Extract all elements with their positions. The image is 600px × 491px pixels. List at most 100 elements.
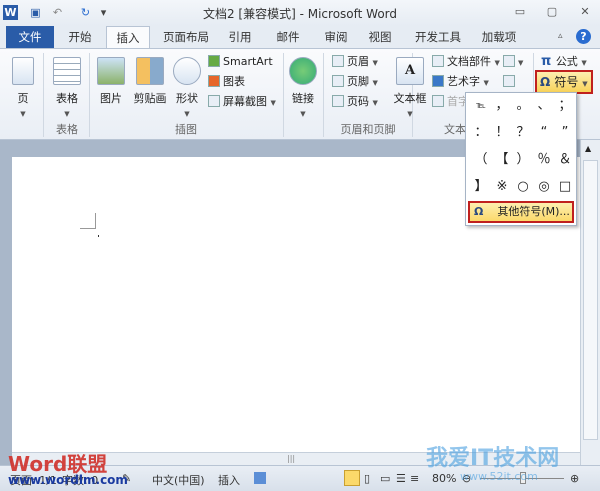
smartart-button[interactable]: SmartArt: [208, 53, 273, 71]
tab-page-layout[interactable]: 页面布局: [156, 26, 216, 48]
scroll-up-icon[interactable]: ▲: [585, 144, 591, 153]
tab-addins[interactable]: 加载项: [474, 26, 524, 48]
footer-label: 页脚: [347, 75, 369, 88]
outline-icon[interactable]: ☰: [396, 472, 406, 485]
link-icon: [289, 57, 317, 85]
full-screen-icon[interactable]: ▯: [364, 472, 370, 485]
symbol-item[interactable]: ＆: [554, 149, 576, 171]
watermark-52it: 我爱IT技术网: [426, 446, 560, 471]
symbol-item[interactable]: ）: [512, 149, 534, 171]
symbol-item[interactable]: ”: [554, 122, 576, 144]
link-label: 链接: [292, 92, 314, 105]
symbol-item[interactable]: ：: [470, 122, 492, 144]
signature-line-button[interactable]: ▼: [503, 53, 523, 71]
page-number-icon: [332, 95, 344, 107]
textbox-label: 文本框: [393, 92, 427, 105]
clipart-label: 剪贴画: [133, 92, 167, 105]
dropcap-icon: [432, 95, 444, 107]
vertical-scrollbar[interactable]: ▲: [580, 140, 600, 465]
scroll-thumb[interactable]: [583, 160, 598, 440]
symbol-item[interactable]: 。: [512, 95, 534, 117]
symbol-item[interactable]: ※: [491, 176, 513, 198]
watermark-52it-url: www.52it.com: [460, 470, 538, 483]
collapse-ribbon-icon[interactable]: ▵: [558, 31, 563, 41]
close-button[interactable]: ✕: [575, 5, 595, 21]
page-button[interactable]: 页 ▼: [10, 57, 36, 119]
tab-mailings[interactable]: 邮件: [268, 26, 308, 48]
wordart-label: 艺术字: [447, 75, 480, 88]
print-layout-icon[interactable]: [344, 470, 360, 486]
shapes-button[interactable]: 形状 ▼: [172, 57, 202, 119]
group-illustrations: 插图: [175, 123, 197, 136]
ribbon-tabs: 文件 开始 插入 页面布局 引用 邮件 审阅 视图 开发工具 加载项 ▵ ?: [0, 26, 600, 48]
textbox-icon: A: [396, 57, 424, 85]
more-symbols-item[interactable]: Ω 其他符号(M)...: [468, 201, 574, 223]
picture-icon: [97, 57, 125, 85]
help-icon[interactable]: ?: [576, 29, 591, 44]
picture-label: 图片: [100, 92, 122, 105]
page-number-label: 页码: [347, 95, 369, 108]
clipart-button[interactable]: 剪贴画: [132, 57, 168, 106]
symbol-item[interactable]: ，: [491, 95, 513, 117]
symbol-item[interactable]: “: [533, 122, 555, 144]
symbol-item[interactable]: （: [470, 149, 492, 171]
header-label: 页眉: [347, 55, 369, 68]
chart-icon: [208, 75, 220, 87]
omega-icon: Ω: [474, 205, 484, 218]
header-button[interactable]: 页眉 ▼: [332, 53, 378, 71]
zoom-in-button[interactable]: ⊕: [570, 472, 579, 485]
link-button[interactable]: 链接 ▼: [288, 57, 318, 119]
tab-review[interactable]: 审阅: [316, 26, 356, 48]
textbox-button[interactable]: A 文本框 ▼: [390, 57, 430, 119]
dropcap-button[interactable]: 首字: [432, 93, 469, 111]
symbol-button[interactable]: Ω 符号 ▼: [535, 70, 593, 94]
tab-file[interactable]: 文件: [6, 26, 54, 48]
maximize-button[interactable]: ▢: [542, 5, 562, 21]
screenshot-icon: [208, 95, 220, 107]
insert-mode[interactable]: 插入: [218, 472, 240, 488]
symbol-item[interactable]: ◎: [533, 176, 555, 198]
symbol-item[interactable]: ？: [512, 122, 534, 144]
quick-parts-label: 文档部件: [447, 55, 491, 68]
symbol-item[interactable]: ；: [554, 95, 576, 117]
tab-home[interactable]: 开始: [56, 26, 104, 48]
tab-insert[interactable]: 插入: [106, 26, 150, 48]
symbol-item[interactable]: ℡: [470, 95, 492, 117]
page-label: 页: [17, 92, 29, 105]
symbol-item[interactable]: ％: [533, 149, 555, 171]
minimize-button[interactable]: ▭: [510, 5, 530, 21]
table-button[interactable]: 表格 ▼: [50, 57, 84, 119]
chart-button[interactable]: 图表: [208, 73, 245, 91]
page-number-button[interactable]: 页码 ▼: [332, 93, 378, 111]
symbol-item[interactable]: 【: [491, 149, 513, 171]
group-table: 表格: [56, 123, 78, 136]
picture-button[interactable]: 图片: [96, 57, 126, 106]
footer-button[interactable]: 页脚 ▼: [332, 73, 378, 91]
screenshot-label: 屏幕截图: [223, 95, 267, 108]
equation-label: 公式: [555, 55, 578, 68]
scroll-grip[interactable]: |||: [287, 454, 295, 463]
symbol-item[interactable]: ！: [491, 122, 513, 144]
symbol-item[interactable]: ○: [512, 176, 534, 198]
title-bar: W ▣ ↶ ↻ ▾ 文档2 [兼容模式] - Microsoft Word ▭ …: [0, 0, 600, 26]
screenshot-button[interactable]: 屏幕截图 ▼: [208, 93, 276, 111]
symbol-item[interactable]: □: [554, 176, 576, 198]
draft-icon[interactable]: ≡: [410, 472, 419, 485]
macro-icon[interactable]: [254, 472, 266, 484]
omega-icon: Ω: [540, 75, 555, 89]
tab-view[interactable]: 视图: [360, 26, 400, 48]
zoom-level[interactable]: 80%: [432, 472, 456, 485]
table-icon: [53, 57, 81, 85]
symbol-item[interactable]: 、: [533, 95, 555, 117]
wordart-button[interactable]: 艺术字 ▼: [432, 73, 489, 91]
tab-references[interactable]: 引用: [220, 26, 260, 48]
datetime-button[interactable]: [503, 73, 518, 91]
equation-button[interactable]: π 公式 ▼: [541, 53, 587, 71]
tab-developer[interactable]: 开发工具: [410, 26, 466, 48]
shapes-label: 形状: [176, 92, 198, 105]
language[interactable]: 中文(中国): [152, 472, 205, 488]
quick-parts-button[interactable]: 文档部件 ▼: [432, 53, 500, 71]
symbol-item[interactable]: 】: [470, 176, 492, 198]
web-layout-icon[interactable]: ▭: [380, 472, 390, 485]
signature-icon: [503, 55, 515, 67]
